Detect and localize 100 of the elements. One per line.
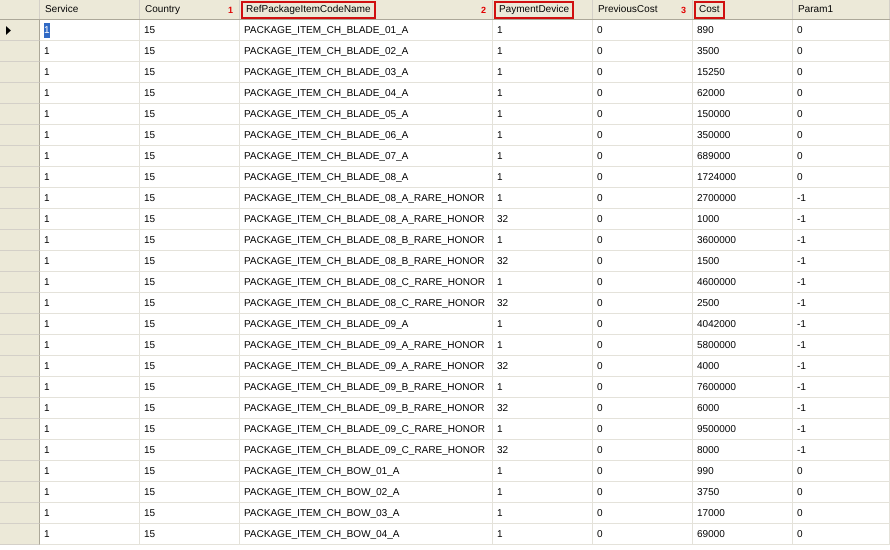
table-cell-text: 1 (497, 128, 503, 142)
table-cell-text: PACKAGE_ITEM_CH_BLADE_08_C_RARE_HONOR (244, 276, 486, 290)
table-cell-text: -1 (797, 234, 806, 248)
table-cell-text: 7600000 (697, 380, 736, 394)
table-cell-text: 2500 (697, 296, 720, 310)
table-cell-text: 0 (797, 170, 803, 184)
table-cell-text: 1 (44, 402, 50, 416)
table-cell-text: 15 (144, 506, 156, 520)
table-cell-text: PACKAGE_ITEM_CH_BLADE_09_A_RARE_HONOR (244, 360, 484, 374)
table-cell-text: 32 (497, 444, 508, 458)
table-cell-text: 0 (797, 86, 803, 100)
table-cell-text: 15 (144, 338, 156, 352)
column-header[interactable]: Param1 (798, 2, 834, 17)
table-cell-text: 0 (597, 66, 603, 80)
table-cell-text: 15 (144, 254, 156, 268)
table-cell-text: 1 (497, 380, 503, 394)
table-cell-text: 1 (44, 486, 50, 500)
table-cell-text: 15 (144, 24, 156, 38)
table-cell-text: 15 (144, 402, 156, 416)
table-cell-text: 1 (44, 422, 50, 436)
table-cell-text: 15 (144, 66, 156, 80)
table-cell-text: 1 (44, 464, 50, 478)
table-cell-text: 0 (597, 254, 603, 268)
table-cell-text: PACKAGE_ITEM_CH_BLADE_01_A (244, 24, 408, 38)
row-header[interactable] (0, 20, 40, 41)
table-cell-text: 15 (144, 234, 156, 248)
table-cell-text: 15 (144, 276, 156, 290)
column-header[interactable]: RefPackageItemCodeName (241, 0, 376, 18)
table-cell-text: 350000 (697, 128, 730, 142)
table-cell-text: 1 (497, 44, 503, 58)
current-row-icon (6, 26, 11, 34)
table-cell-text: 0 (597, 128, 603, 142)
table-cell-text: 0 (597, 296, 603, 310)
table-cell-text: 4600000 (697, 276, 736, 290)
table-cell-text: 1 (497, 170, 503, 184)
table-cell-text: PACKAGE_ITEM_CH_BLADE_09_A_RARE_HONOR (244, 338, 484, 352)
table-cell-text: -1 (797, 212, 806, 226)
table-cell-text: 1 (44, 170, 50, 184)
table-cell-text: PACKAGE_ITEM_CH_BOW_03_A (244, 506, 400, 520)
table-cell-text: 1 (497, 108, 503, 122)
table-cell-text: 1 (44, 338, 50, 352)
callout-number: 3 (681, 6, 686, 15)
table-cell-text: PACKAGE_ITEM_CH_BLADE_04_A (244, 86, 408, 100)
table-cell-text: -1 (797, 254, 806, 268)
table-cell-text: -1 (797, 192, 806, 206)
table-cell-text: 1 (44, 506, 50, 520)
table-cell-text: 990 (697, 464, 714, 478)
table-cell-text: 1 (497, 276, 503, 290)
table-cell-text: 15 (144, 108, 156, 122)
table-cell-text: 0 (597, 422, 603, 436)
table-cell-text: -1 (797, 318, 806, 332)
table-cell-text: 0 (797, 24, 803, 38)
table-cell-text: 890 (697, 24, 714, 38)
table-cell-text: 15 (144, 192, 156, 206)
table-cell-text: 15 (144, 170, 156, 184)
table-cell-text: PACKAGE_ITEM_CH_BOW_01_A (244, 464, 400, 478)
table-cell-text: 0 (597, 360, 603, 374)
table-cell-text: 0 (597, 212, 603, 226)
column-header[interactable]: Country (145, 2, 180, 17)
table-cell-text: 1 (497, 24, 503, 38)
table-cell-text: 1 (497, 506, 503, 520)
table-cell-text: 32 (497, 360, 508, 374)
table-cell-text: 0 (597, 24, 603, 38)
table-cell-text: 69000 (697, 528, 725, 542)
table-cell-text: PACKAGE_ITEM_CH_BLADE_08_A_RARE_HONOR (244, 212, 484, 226)
column-header[interactable]: PreviousCost (598, 2, 658, 17)
table-cell-text: PACKAGE_ITEM_CH_BLADE_02_A (244, 44, 408, 58)
table-cell-text: 1 (44, 150, 50, 164)
callout-number: 2 (481, 6, 486, 15)
table-cell-text: 689000 (697, 150, 730, 164)
table-cell-text: 6000 (697, 402, 720, 416)
table-cell-text: 0 (597, 402, 603, 416)
table-cell-text: 0 (597, 338, 603, 352)
table-cell-text: 1 (44, 192, 50, 206)
table-cell-text: 4042000 (697, 318, 736, 332)
column-header[interactable]: PaymentDevice (494, 0, 574, 18)
table-cell-text: 1 (497, 150, 503, 164)
table-cell-text: PACKAGE_ITEM_CH_BLADE_08_C_RARE_HONOR (244, 296, 486, 310)
table-cell-text: PACKAGE_ITEM_CH_BOW_02_A (244, 486, 400, 500)
table-cell-text: 1 (497, 66, 503, 80)
table-cell-text: 0 (597, 234, 603, 248)
table-cell-text: 0 (597, 380, 603, 394)
table-cell-text: 15 (144, 528, 156, 542)
table-cell-text: 1 (44, 44, 50, 58)
table-cell-text: PACKAGE_ITEM_CH_BLADE_06_A (244, 128, 408, 142)
table-cell-text: 1 (497, 464, 503, 478)
table-cell-text: 15 (144, 444, 156, 458)
table-cell-text: 1 (497, 318, 503, 332)
table-cell-text: 1 (44, 254, 50, 268)
table-cell-text: 1 (44, 86, 50, 100)
column-header[interactable]: Service (45, 2, 78, 17)
table-cell-text: PACKAGE_ITEM_CH_BLADE_08_B_RARE_HONOR (244, 254, 484, 268)
table-cell-text: 1 (44, 66, 50, 80)
column-header[interactable]: Cost (694, 0, 725, 18)
table-cell-text: 9500000 (697, 422, 736, 436)
table-cell-text: 15 (144, 128, 156, 142)
table-cell-text: 1 (497, 234, 503, 248)
table-cell-text: -1 (797, 296, 806, 310)
table-cell-text: 62000 (697, 86, 725, 100)
table-cell-text: -1 (797, 276, 806, 290)
